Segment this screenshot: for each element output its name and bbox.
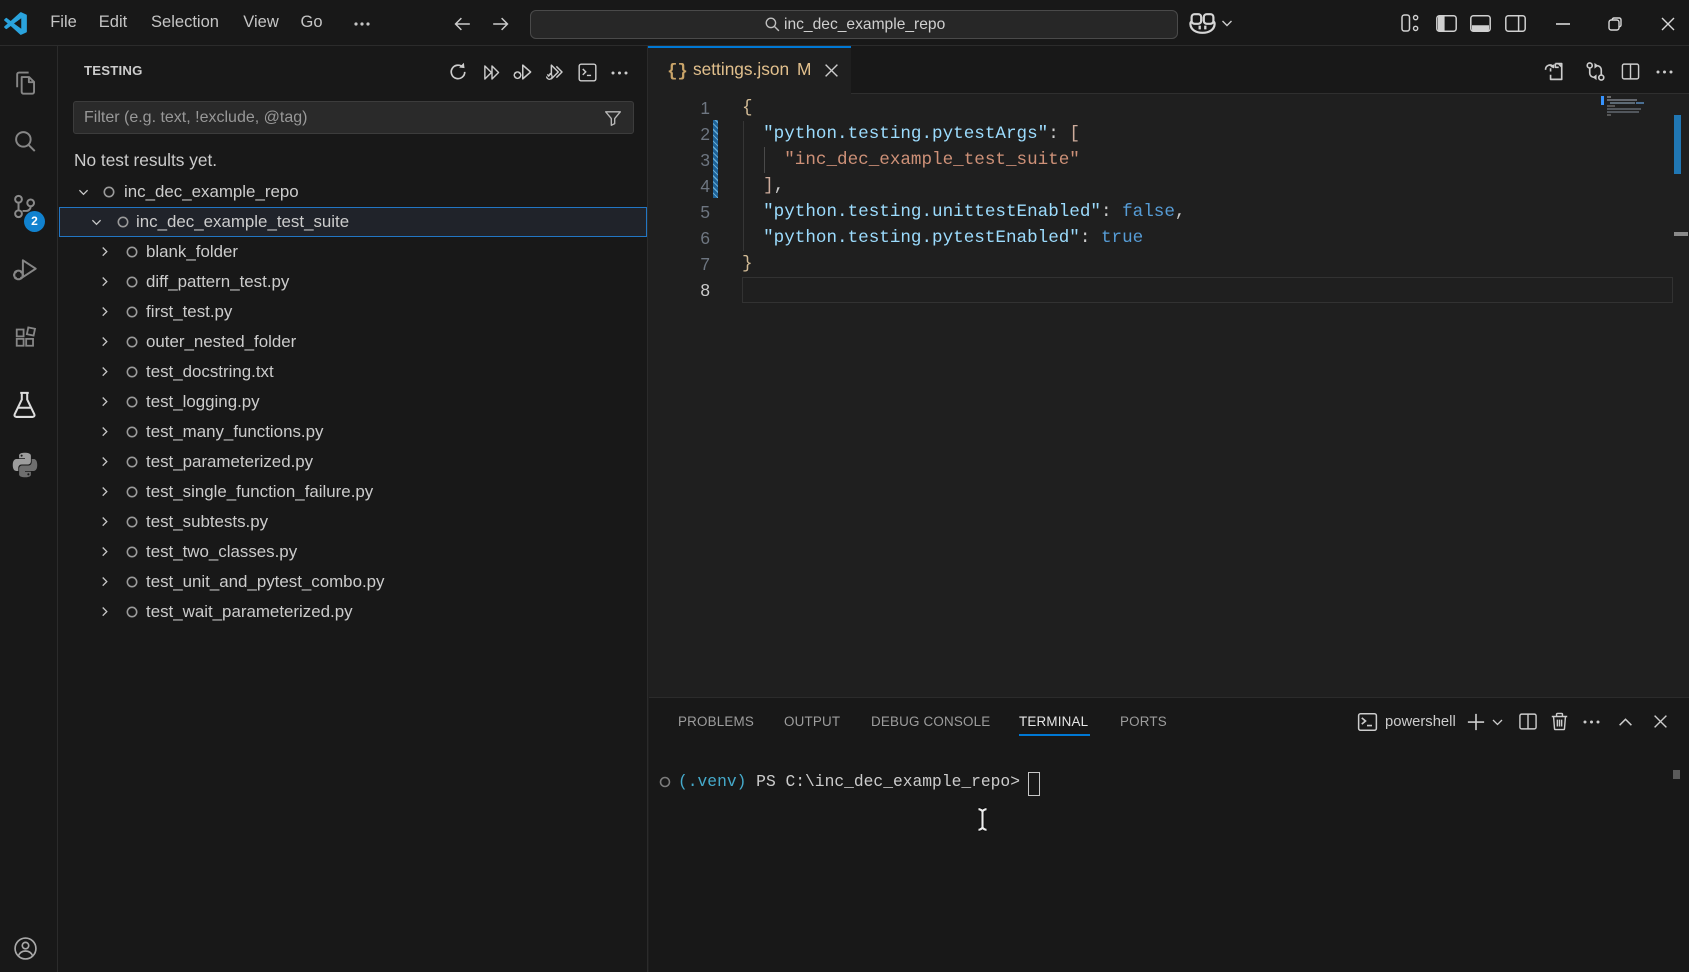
svg-text:{}: {} [668,63,687,80]
